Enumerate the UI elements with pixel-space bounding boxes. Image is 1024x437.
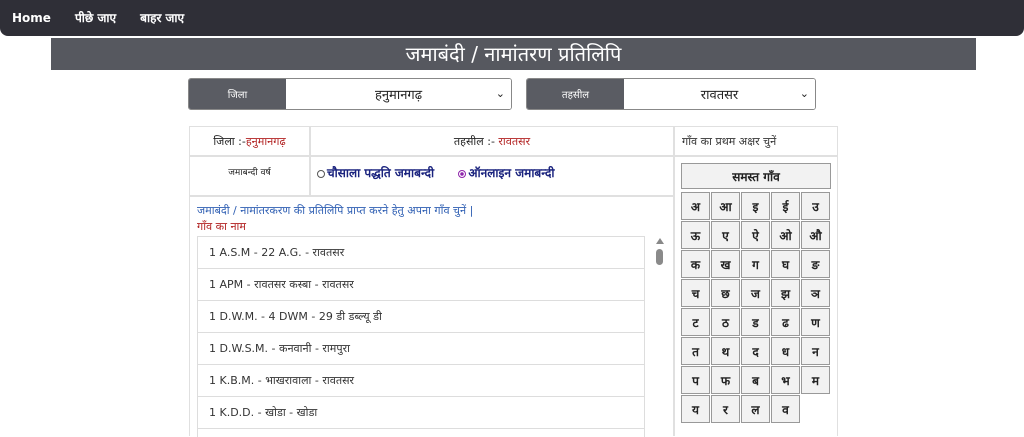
tehsil-info-value: रावतसर xyxy=(498,135,531,148)
district-info: जिला :-हनुमानगढ़ xyxy=(189,126,310,156)
jamabandi-year-label: जमाबन्दी वर्ष xyxy=(189,156,310,196)
letter-button[interactable]: च xyxy=(681,279,710,307)
nav-exit-link[interactable]: बाहर जाए xyxy=(128,0,196,36)
letter-button[interactable]: ग xyxy=(741,250,770,278)
letter-button[interactable]: ठ xyxy=(711,308,740,336)
letter-button[interactable]: ङ xyxy=(801,250,830,278)
letter-button[interactable]: क xyxy=(681,250,710,278)
radio-online[interactable] xyxy=(458,169,467,178)
letter-button[interactable]: भ xyxy=(771,366,800,394)
letter-button[interactable]: न xyxy=(801,337,830,365)
letter-button[interactable]: द xyxy=(741,337,770,365)
letter-button[interactable]: फ xyxy=(711,366,740,394)
letter-button[interactable]: ओ xyxy=(771,221,800,249)
tehsil-info: तहसील :- रावतसर xyxy=(310,126,674,156)
letter-button[interactable]: व xyxy=(771,395,800,423)
letter-button[interactable]: ए xyxy=(711,221,740,249)
letter-button[interactable]: छ xyxy=(711,279,740,307)
letter-button[interactable]: ढ xyxy=(771,308,800,336)
scrollbar-thumb[interactable] xyxy=(656,249,663,265)
letter-button[interactable]: ख xyxy=(711,250,740,278)
letter-button[interactable]: उ xyxy=(801,192,830,220)
letter-button[interactable]: य xyxy=(681,395,710,423)
nav-home-link[interactable]: Home xyxy=(0,0,63,36)
all-villages-button[interactable]: समस्त गाँव xyxy=(681,163,831,189)
letter-button[interactable]: ञ xyxy=(801,279,830,307)
letter-button[interactable]: ऊ xyxy=(681,221,710,249)
letter-grid: अआइईउ ऊएऐओऔ कखगघङ चछजझञ टठडढण तथदधन पफबभम यरलव xyxy=(681,192,833,423)
district-info-value: हनुमानगढ़ xyxy=(245,135,286,148)
letter-button[interactable]: आ xyxy=(711,192,740,220)
chevron-down-icon: ⌄ xyxy=(799,87,809,100)
radio-chausala-label[interactable]: चौसाला पद्धति जमाबन्दी xyxy=(327,166,434,180)
letter-button[interactable]: ब xyxy=(741,366,770,394)
letter-button[interactable]: अ xyxy=(681,192,710,220)
list-item[interactable]: 1 A.S.M - 22 A.G. - रावतसर xyxy=(198,237,644,269)
letter-button[interactable]: औ xyxy=(801,221,830,249)
list-item[interactable]: 1 D.W.S.M. - कनवानी - रामपुरा xyxy=(198,333,644,365)
tehsil-select-label: तहसील xyxy=(527,79,624,109)
village-list[interactable]: 1 A.S.M - 22 A.G. - रावतसर 1 APM - रावतस… xyxy=(197,236,645,437)
scroll-up-icon[interactable] xyxy=(656,238,664,244)
letter-button[interactable]: ऐ xyxy=(741,221,770,249)
page-title: जमाबंदी / नामांतरण प्रतिलिपि xyxy=(51,38,976,70)
letter-button[interactable]: त xyxy=(681,337,710,365)
district-select-value: हनुमानगढ़ xyxy=(374,88,423,103)
letter-button[interactable]: ई xyxy=(771,192,800,220)
instruction-text: जमाबंदी / नामांतरकरण की प्रतिलिपि प्राप्… xyxy=(197,204,474,217)
letter-button[interactable]: प xyxy=(681,366,710,394)
letter-button[interactable]: ड xyxy=(741,308,770,336)
letter-button[interactable]: र xyxy=(711,395,740,423)
list-item[interactable]: 1 K.B.M. - भाखरावाला - रावतसर xyxy=(198,365,644,397)
letter-button[interactable]: घ xyxy=(771,250,800,278)
jamabandi-year-options: चौसाला पद्धति जमाबन्दी ऑनलाइन जमाबन्दी xyxy=(310,156,674,196)
district-select-label: जिला xyxy=(189,79,286,109)
district-select-group: जिला हनुमानगढ़ ⌄ xyxy=(188,78,512,110)
letter-button[interactable]: ध xyxy=(771,337,800,365)
letter-button[interactable]: ट xyxy=(681,308,710,336)
radio-online-label[interactable]: ऑनलाइन जमाबन्दी xyxy=(468,166,554,180)
district-info-prefix: जिला :- xyxy=(213,135,246,148)
nav-back-link[interactable]: पीछे जाए xyxy=(63,0,128,36)
letter-button[interactable]: ण xyxy=(801,308,830,336)
village-list-scrollbar[interactable] xyxy=(655,236,665,436)
tehsil-select-group: तहसील रावतसर ⌄ xyxy=(526,78,816,110)
chevron-down-icon: ⌄ xyxy=(495,87,505,100)
list-item[interactable]: 1 APM - रावतसर कस्बा - रावतसर xyxy=(198,269,644,301)
letter-button[interactable]: ल xyxy=(741,395,770,423)
list-item[interactable]: 1 D.W.M. - 4 DWM - 29 डी डब्ल्यू डी xyxy=(198,301,644,333)
letter-heading: गाँव का प्रथम अक्षर चुनें xyxy=(674,126,838,156)
letter-button[interactable]: म xyxy=(801,366,830,394)
radio-chausala[interactable] xyxy=(317,169,325,178)
letter-button[interactable]: ज xyxy=(741,279,770,307)
tehsil-select-value: रावतसर xyxy=(700,88,739,103)
tehsil-info-prefix: तहसील :- xyxy=(453,135,495,148)
letter-button[interactable]: इ xyxy=(741,192,770,220)
letter-button[interactable]: थ xyxy=(711,337,740,365)
top-nav-bar: Home पीछे जाए बाहर जाए xyxy=(0,0,1024,36)
list-item[interactable]: 1 K.D.D. - खोडा - खोडा xyxy=(198,397,644,429)
tehsil-select[interactable]: रावतसर ⌄ xyxy=(624,79,815,109)
district-select[interactable]: हनुमानगढ़ ⌄ xyxy=(286,79,511,109)
letter-button[interactable]: झ xyxy=(771,279,800,307)
village-name-label: गाँव का नाम xyxy=(197,220,246,233)
